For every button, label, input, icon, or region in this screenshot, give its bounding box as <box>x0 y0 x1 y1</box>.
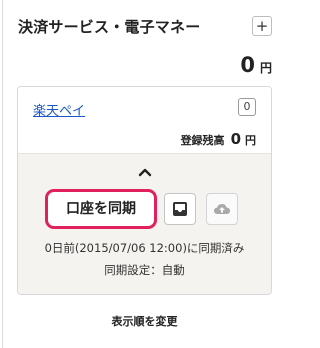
total-unit: 円 <box>259 61 272 75</box>
upload-button[interactable] <box>206 193 238 225</box>
section-total: 0円 <box>240 52 272 78</box>
left-divider <box>2 0 3 348</box>
cloud-upload-icon <box>214 204 230 214</box>
account-card: 楽天ペイ 0 登録残高 0 円 口座を同期 0日前(2015/07/06 12:00… <box>17 86 272 295</box>
inbox-icon <box>173 202 187 216</box>
section-header: 決済サービス・電子マネー + <box>18 16 274 40</box>
balance-value: 0 <box>230 130 241 148</box>
balance-unit: 円 <box>245 134 256 147</box>
account-name-link[interactable]: 楽天ペイ <box>33 100 85 119</box>
sync-status-text: 0日前(2015/07/06 12:00)に同期済み <box>44 241 245 255</box>
sync-panel: 口座を同期 0日前(2015/07/06 12:00)に同期済み 同期設定：自動 <box>18 153 271 294</box>
account-summary: 楽天ペイ 0 登録残高 0 円 <box>18 87 271 153</box>
balance-label: 登録残高 <box>180 134 225 147</box>
sync-account-button[interactable]: 口座を同期 <box>45 189 157 229</box>
reorder-link[interactable]: 表示順を変更 <box>0 313 289 329</box>
add-account-button[interactable]: + <box>252 16 272 36</box>
section-title: 決済サービス・電子マネー <box>18 18 201 36</box>
total-amount: 0 <box>240 53 255 77</box>
sync-setting-text: 同期設定：自動 <box>104 263 185 277</box>
count-badge: 0 <box>238 98 256 116</box>
inbox-button[interactable] <box>164 193 196 225</box>
balance-row: 登録残高 0 円 <box>181 129 256 148</box>
chevron-up-icon[interactable] <box>137 163 153 177</box>
